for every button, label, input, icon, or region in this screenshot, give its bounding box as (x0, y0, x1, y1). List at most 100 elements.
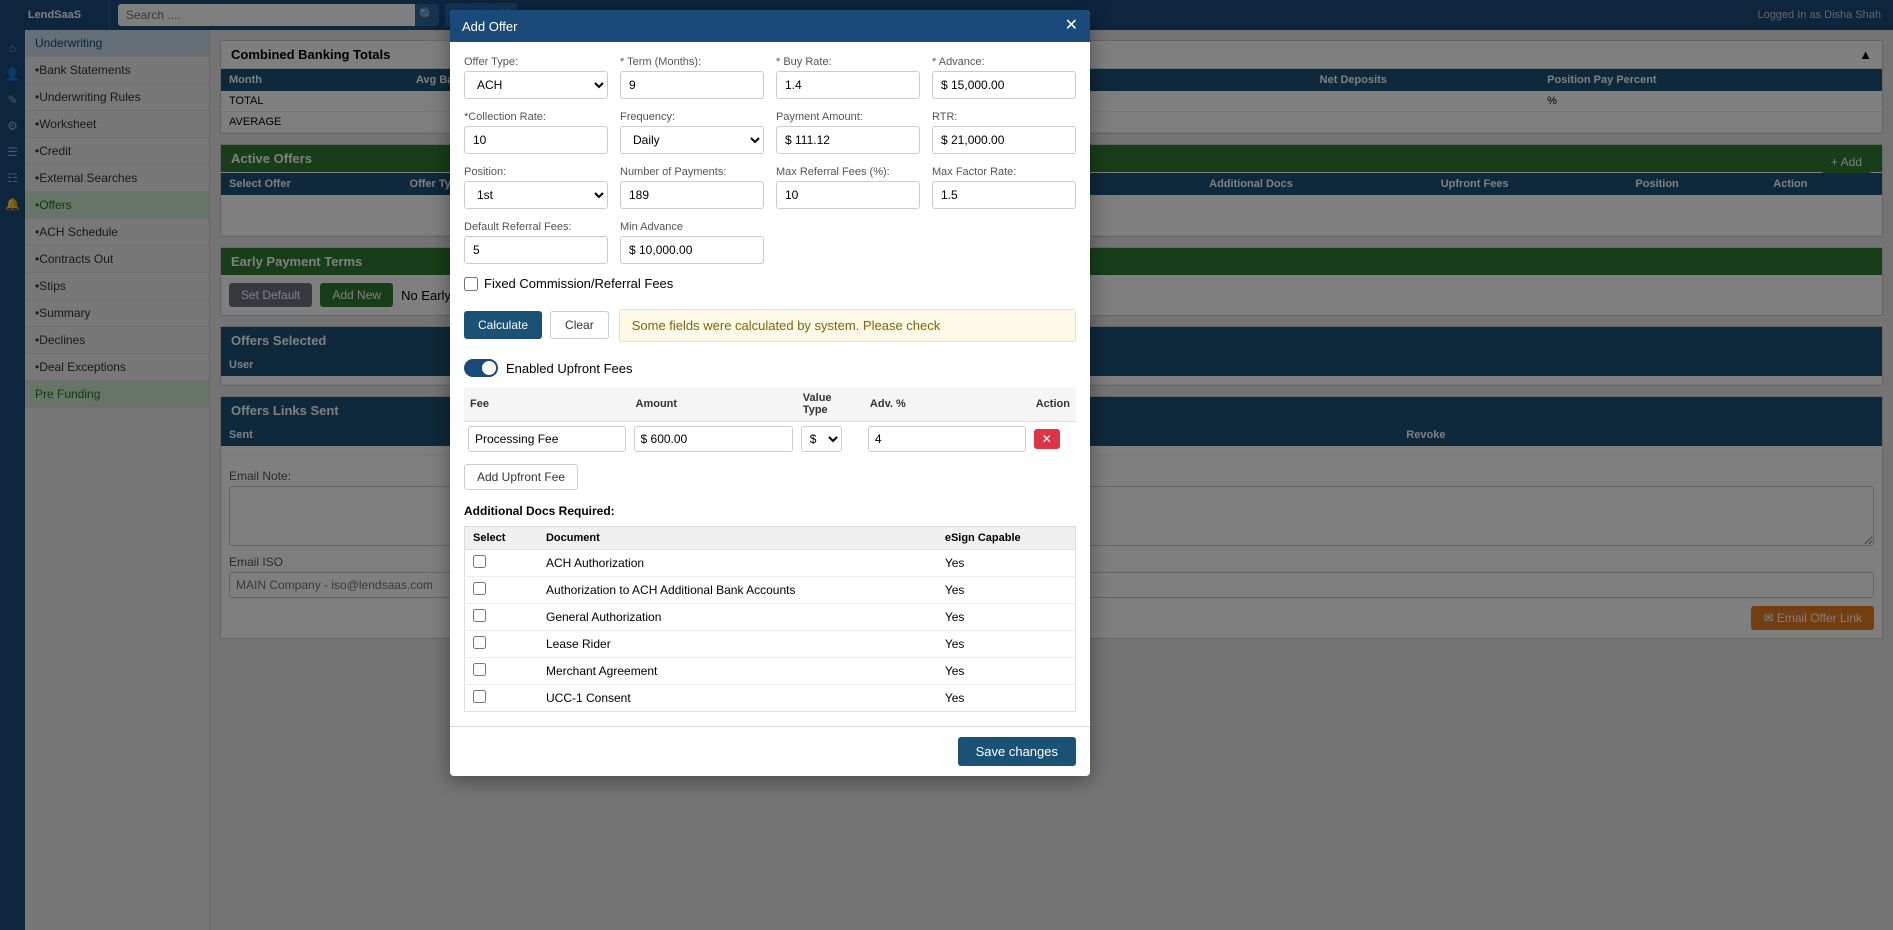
docs-col-document: Document (538, 527, 937, 550)
docs-col-select: Select (465, 527, 538, 550)
docs-row: Merchant Agreement Yes (465, 658, 1076, 685)
notice-text: Some fields were calculated by system. P… (632, 318, 941, 333)
payment-amount-label: Payment Amount: (776, 111, 920, 123)
term-label: * Term (Months): (620, 56, 764, 68)
payment-amount-group: Payment Amount: (776, 111, 920, 154)
calculate-button[interactable]: Calculate (464, 311, 542, 339)
frequency-select[interactable]: Daily Weekly Bi-Weekly Monthly (620, 126, 764, 154)
num-payments-group: Number of Payments: (620, 166, 764, 209)
buy-rate-group: * Buy Rate: (776, 56, 920, 99)
docs-row: ACH Authorization Yes (465, 550, 1076, 577)
notice-box: Some fields were calculated by system. P… (619, 309, 1076, 342)
upfront-fees-label: Enabled Upfront Fees (506, 361, 632, 376)
offer-type-label: Offer Type: (464, 56, 608, 68)
modal-footer: Save changes (450, 726, 1090, 776)
spacer1 (776, 221, 920, 264)
fee-col-amount: Amount (630, 387, 797, 422)
modal-close-button[interactable]: ✕ (1065, 18, 1078, 34)
min-advance-label: Min Advance (620, 221, 764, 233)
fee-col-adv: Adv. % (864, 387, 1030, 422)
doc-name: Lease Rider (538, 631, 937, 658)
doc-name: UCC-1 Consent (538, 685, 937, 712)
docs-row: General Authorization Yes (465, 604, 1076, 631)
form-row-4: Default Referral Fees: Min Advance (464, 221, 1076, 264)
max-factor-input[interactable] (932, 181, 1076, 209)
advance-group: * Advance: (932, 56, 1076, 99)
additional-docs-section: Additional Docs Required: Select Documen… (464, 504, 1076, 712)
term-input[interactable] (620, 71, 764, 99)
add-offer-modal: Add Offer ✕ Offer Type: ACH ISO Loan Rev… (450, 10, 1090, 776)
collection-rate-group: *Collection Rate: (464, 111, 608, 154)
fixed-commission-label: Fixed Commission/Referral Fees (484, 276, 673, 291)
offer-type-select[interactable]: ACH ISO Loan Revenue Based (464, 71, 608, 99)
doc-name: Authorization to ACH Additional Bank Acc… (538, 577, 937, 604)
docs-row: Lease Rider Yes (465, 631, 1076, 658)
form-row-3: Position: 1st 2nd 3rd Number of Payments… (464, 166, 1076, 209)
rtr-label: RTR: (932, 111, 1076, 123)
position-select[interactable]: 1st 2nd 3rd (464, 181, 608, 209)
processing-fee-input[interactable] (468, 426, 626, 452)
modal-title: Add Offer (462, 19, 517, 34)
collection-rate-label: *Collection Rate: (464, 111, 608, 123)
fixed-commission-checkbox[interactable] (464, 277, 478, 291)
max-referral-label: Max Referral Fees (%): (776, 166, 920, 178)
doc-name: General Authorization (538, 604, 937, 631)
fee-table: Fee Amount Value Type Adv. % Action (464, 387, 1076, 456)
advance-input[interactable] (932, 71, 1076, 99)
form-row-2: *Collection Rate: Frequency: Daily Weekl… (464, 111, 1076, 154)
upfront-fees-toggle-area: Enabled Upfront Fees (464, 359, 1076, 377)
form-row-1: Offer Type: ACH ISO Loan Revenue Based *… (464, 56, 1076, 99)
add-upfront-fee-button[interactable]: Add Upfront Fee (464, 464, 578, 490)
fee-col-action: Action (1030, 387, 1076, 422)
min-advance-input[interactable] (620, 236, 764, 264)
rtr-group: RTR: (932, 111, 1076, 154)
doc-checkbox[interactable] (473, 609, 486, 622)
offer-type-group: Offer Type: ACH ISO Loan Revenue Based (464, 56, 608, 99)
max-referral-group: Max Referral Fees (%): (776, 166, 920, 209)
doc-esign: Yes (937, 631, 1076, 658)
doc-esign: Yes (937, 658, 1076, 685)
doc-checkbox[interactable] (473, 663, 486, 676)
position-label: Position: (464, 166, 608, 178)
rtr-input[interactable] (932, 126, 1076, 154)
adv-percent-input[interactable] (868, 426, 1026, 452)
delete-fee-button[interactable]: ✕ (1034, 429, 1060, 449)
docs-row: Authorization to ACH Additional Bank Acc… (465, 577, 1076, 604)
doc-name: ACH Authorization (538, 550, 937, 577)
num-payments-input[interactable] (620, 181, 764, 209)
buy-rate-input[interactable] (776, 71, 920, 99)
doc-esign: Yes (937, 685, 1076, 712)
fee-col-value-type: Value Type (797, 387, 864, 422)
payment-amount-input[interactable] (776, 126, 920, 154)
num-payments-label: Number of Payments: (620, 166, 764, 178)
collection-rate-input[interactable] (464, 126, 608, 154)
clear-button[interactable]: Clear (550, 311, 609, 339)
docs-row: UCC-1 Consent Yes (465, 685, 1076, 712)
doc-name: Merchant Agreement (538, 658, 937, 685)
doc-checkbox[interactable] (473, 555, 486, 568)
frequency-label: Frequency: (620, 111, 764, 123)
calculate-row: Calculate Clear Some fields were calcula… (464, 301, 1076, 349)
doc-checkbox[interactable] (473, 636, 486, 649)
default-referral-label: Default Referral Fees: (464, 221, 608, 233)
doc-checkbox[interactable] (473, 690, 486, 703)
max-factor-label: Max Factor Rate: (932, 166, 1076, 178)
value-type-select[interactable]: $ % (801, 426, 842, 452)
modal-header: Add Offer ✕ (450, 10, 1090, 42)
max-factor-group: Max Factor Rate: (932, 166, 1076, 209)
advance-label: * Advance: (932, 56, 1076, 68)
docs-col-esign: eSign Capable (937, 527, 1076, 550)
additional-docs-title: Additional Docs Required: (464, 504, 1076, 518)
doc-esign: Yes (937, 604, 1076, 631)
default-referral-input[interactable] (464, 236, 608, 264)
buy-rate-label: * Buy Rate: (776, 56, 920, 68)
position-group: Position: 1st 2nd 3rd (464, 166, 608, 209)
docs-table: Select Document eSign Capable ACH Author… (464, 526, 1076, 712)
modal-body: Offer Type: ACH ISO Loan Revenue Based *… (450, 42, 1090, 726)
fee-amount-input[interactable] (634, 426, 793, 452)
save-changes-button[interactable]: Save changes (958, 737, 1076, 766)
max-referral-input[interactable] (776, 181, 920, 209)
min-advance-group: Min Advance (620, 221, 764, 264)
upfront-fees-toggle[interactable] (464, 359, 498, 377)
doc-checkbox[interactable] (473, 582, 486, 595)
